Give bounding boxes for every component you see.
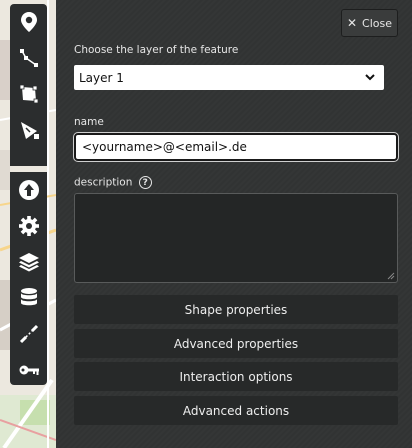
name-label: name xyxy=(74,116,104,128)
layer-select-label: Choose the layer of the feature xyxy=(74,44,239,56)
polyline-icon xyxy=(19,49,38,67)
measure-icon xyxy=(20,122,39,139)
resize-handle-icon[interactable] xyxy=(387,272,395,280)
close-button[interactable]: ✕ Close xyxy=(341,9,398,37)
name-input-value: <yourname>@<email>.de xyxy=(82,140,247,154)
shape-properties-button[interactable]: Shape properties xyxy=(74,295,398,324)
layers-button[interactable] xyxy=(10,244,47,280)
feature-edit-panel: ✕ Close Choose the layer of the feature … xyxy=(56,0,412,448)
chevron-down-icon xyxy=(365,74,375,81)
marker-icon xyxy=(20,12,37,32)
data-button[interactable] xyxy=(10,280,47,316)
permissions-button[interactable] xyxy=(10,352,47,388)
layer-select[interactable]: Layer 1 xyxy=(74,65,384,90)
layer-select-value: Layer 1 xyxy=(79,70,124,85)
share-button[interactable] xyxy=(10,316,47,352)
close-icon: ✕ xyxy=(346,16,358,30)
advanced-actions-button[interactable]: Advanced actions xyxy=(74,396,398,425)
draw-polygon-button[interactable] xyxy=(10,76,47,112)
close-label: Close xyxy=(362,16,393,30)
edit-toolbar xyxy=(10,4,47,385)
link-icon xyxy=(19,324,38,344)
draw-marker-button[interactable] xyxy=(10,4,47,40)
key-icon xyxy=(19,365,39,375)
description-label: description xyxy=(74,176,133,189)
settings-button[interactable] xyxy=(10,208,47,244)
interaction-options-button[interactable]: Interaction options xyxy=(74,362,398,391)
help-icon[interactable]: ? xyxy=(138,176,152,189)
name-input[interactable]: <yourname>@<email>.de xyxy=(73,132,399,162)
settings-icon xyxy=(18,216,39,236)
description-label-row: description ? xyxy=(74,176,152,189)
measure-button[interactable] xyxy=(10,112,47,148)
upload-icon xyxy=(18,180,39,200)
description-textarea[interactable] xyxy=(74,193,398,283)
draw-polyline-button[interactable] xyxy=(10,40,47,76)
layers-icon xyxy=(18,253,39,272)
polygon-icon xyxy=(19,84,38,104)
advanced-properties-button[interactable]: Advanced properties xyxy=(74,329,398,358)
upload-button[interactable] xyxy=(10,172,47,208)
database-icon xyxy=(20,288,37,306)
